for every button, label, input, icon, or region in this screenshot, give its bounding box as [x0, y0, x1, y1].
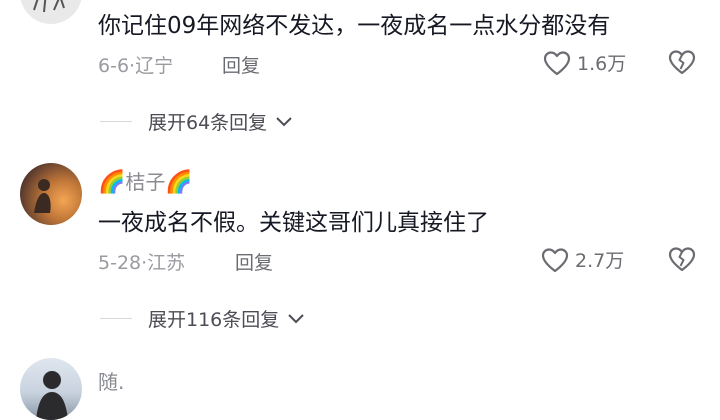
broken-heart-icon [668, 247, 696, 272]
like-button[interactable]: 1.6万 [543, 49, 626, 76]
avatar[interactable] [20, 358, 82, 420]
heart-icon [541, 247, 569, 272]
username[interactable]: 🌈桔子🌈 [98, 166, 193, 195]
dislike-button[interactable] [668, 246, 696, 276]
rainbow-icon: 🌈 [165, 170, 193, 195]
heart-icon [543, 50, 571, 75]
comment-location: 江苏 [147, 252, 186, 274]
comment-date: 5-28 [98, 252, 142, 274]
expand-replies-label: 展开64条回复 [148, 112, 268, 134]
expand-replies-label: 展开116条回复 [148, 309, 280, 331]
comment-meta: 5-28·江苏 [98, 252, 186, 274]
avatar-silhouette-icon [36, 371, 68, 420]
avatar-silhouette-icon [34, 179, 51, 213]
like-count: 2.7万 [575, 250, 625, 272]
expand-replies-button[interactable]: 展开64条回复 [100, 108, 293, 135]
comment-text: 你记住09年网络不发达，一夜成名一点水分都没有 [98, 13, 611, 39]
chevron-down-icon [276, 116, 292, 126]
username-text: 桔子 [125, 170, 166, 194]
dislike-button[interactable] [668, 49, 696, 79]
like-button[interactable]: 2.7万 [541, 246, 624, 273]
avatar[interactable] [20, 163, 82, 225]
rainbow-icon: 🌈 [98, 170, 126, 195]
divider [100, 318, 132, 319]
comment-location: 辽宁 [135, 55, 174, 77]
reply-button[interactable]: 回复 [235, 248, 273, 275]
avatar-sketch-icon [33, 0, 65, 13]
comment-date: 6-6 [98, 55, 130, 77]
chevron-down-icon [288, 313, 304, 323]
like-count: 1.6万 [577, 53, 627, 75]
comment-text: 一夜成名不假。关键这哥们儿真接住了 [98, 210, 489, 236]
broken-heart-icon [668, 50, 696, 75]
username[interactable]: 随. [98, 366, 124, 395]
reply-button[interactable]: 回复 [222, 51, 260, 78]
avatar[interactable] [20, 0, 82, 24]
divider [100, 121, 132, 122]
expand-replies-button[interactable]: 展开116条回复 [100, 305, 305, 332]
comment-meta: 6-6·辽宁 [98, 55, 174, 77]
